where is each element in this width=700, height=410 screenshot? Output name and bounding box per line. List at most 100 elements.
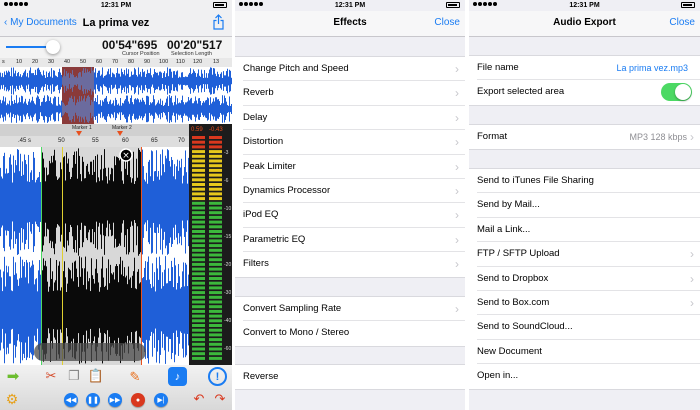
meter-segment bbox=[209, 159, 222, 163]
zoom-tick: 60 bbox=[122, 138, 129, 144]
effect-item[interactable]: iPod EQ › bbox=[235, 203, 465, 229]
effects-icon[interactable]: ♪ bbox=[168, 367, 187, 386]
effects-close-button[interactable]: Close bbox=[434, 17, 460, 28]
effect-item[interactable]: Distortion › bbox=[235, 130, 465, 155]
effect-label: Dynamics Processor bbox=[243, 184, 331, 196]
undo-icon[interactable]: ↶ bbox=[190, 391, 208, 407]
format-row[interactable]: Format MP3 128 kbps › bbox=[469, 125, 700, 149]
effect-item[interactable]: Peak Limiter › bbox=[235, 155, 465, 180]
effect-item[interactable]: Convert Sampling Rate › bbox=[235, 297, 465, 322]
effect-label: Delay bbox=[243, 111, 268, 123]
effect-label: Distortion bbox=[243, 136, 284, 148]
meter-segment bbox=[192, 267, 205, 271]
effects-screen: 12:31 PM Effects Close Change Pitch and … bbox=[235, 0, 465, 410]
chevron-right-icon: › bbox=[455, 62, 459, 76]
marker-pencil-icon[interactable]: ✎ bbox=[127, 368, 143, 385]
overview-time-ruler: s 10 20 30 40 50 60 70 80 90 100 110 120… bbox=[0, 58, 232, 67]
zoom-tick: 65 bbox=[151, 138, 158, 144]
chevron-right-icon: › bbox=[690, 295, 694, 310]
record-button[interactable]: ● bbox=[131, 393, 145, 407]
destination-item[interactable]: Send to iTunes File Sharing bbox=[469, 169, 700, 194]
file-name-label: File name bbox=[477, 62, 519, 73]
meter-segment bbox=[192, 300, 205, 304]
share-icon[interactable] bbox=[213, 14, 224, 30]
pause-button[interactable]: ❚❚ bbox=[86, 393, 100, 407]
cut-icon[interactable]: ✂ bbox=[43, 368, 59, 384]
effect-item[interactable]: Convert to Mono / Stereo bbox=[235, 321, 465, 345]
info-icon[interactable]: ! bbox=[208, 367, 227, 386]
effect-item[interactable]: Delay › bbox=[235, 106, 465, 131]
ruler-tick: 90 bbox=[144, 59, 151, 65]
destination-item[interactable]: FTP / SFTP Upload › bbox=[469, 242, 700, 267]
overview-waveform bbox=[0, 67, 232, 124]
meter-segment bbox=[192, 154, 205, 158]
destinations-group: Send to iTunes File Sharing Send by Mail… bbox=[469, 168, 700, 390]
destination-item[interactable]: Send to Dropbox › bbox=[469, 267, 700, 292]
meter-segment bbox=[209, 150, 222, 154]
waveform-editor[interactable]: × bbox=[0, 147, 189, 365]
export-selected-toggle[interactable] bbox=[661, 83, 692, 102]
chevron-right-icon: › bbox=[455, 86, 459, 101]
effect-item[interactable]: Change Pitch and Speed › bbox=[235, 57, 465, 82]
copy-icon[interactable]: ❐ bbox=[66, 368, 82, 384]
destination-item[interactable]: Send by Mail... bbox=[469, 193, 700, 219]
paste-icon[interactable]: 📋 bbox=[88, 368, 104, 384]
file-name-row[interactable]: File name La prima vez.mp3 bbox=[469, 56, 700, 81]
meter-segment bbox=[192, 319, 205, 323]
meter-segment bbox=[192, 244, 205, 248]
export-nav-bar: Audio Export Close bbox=[469, 11, 700, 37]
effect-item[interactable]: Dynamics Processor › bbox=[235, 179, 465, 204]
arrow-right-icon[interactable]: ➡ bbox=[4, 368, 22, 385]
destination-item[interactable]: Send to SoundCloud... bbox=[469, 315, 700, 341]
effect-label: Peak Limiter bbox=[243, 160, 296, 172]
audio-editor-screen: 12:31 PM ‹ My Documents La prima vez 00'… bbox=[0, 0, 232, 410]
effect-item[interactable]: Reverb › bbox=[235, 81, 465, 107]
effect-item[interactable]: Filters › bbox=[235, 252, 465, 276]
meter-tick-label: -6 bbox=[224, 178, 229, 184]
effect-label: Reverb bbox=[243, 87, 274, 99]
file-name-value[interactable]: La prima vez.mp3 bbox=[616, 56, 688, 80]
clear-selection-glyph: × bbox=[122, 151, 130, 161]
meter-segment bbox=[192, 234, 205, 238]
forward-button[interactable]: ▶▶ bbox=[108, 393, 122, 407]
meter-segment bbox=[209, 281, 222, 285]
meter-segment bbox=[192, 239, 205, 243]
selection-length-label: Selection Length bbox=[171, 51, 212, 57]
level-meter: 0.59 -0.43 -3 -6 -10 -15 -20 -30 -40 -60 bbox=[189, 124, 232, 365]
redo-icon[interactable]: ↷ bbox=[211, 391, 229, 407]
meter-segment bbox=[209, 319, 222, 323]
meter-segment bbox=[209, 140, 222, 144]
battery-icon bbox=[681, 2, 695, 8]
destination-label: Open in... bbox=[477, 370, 519, 382]
meter-segment bbox=[209, 192, 222, 196]
rewind-button[interactable]: ◀◀ bbox=[64, 393, 78, 407]
destination-item[interactable]: New Document bbox=[469, 340, 700, 365]
destination-label: New Document bbox=[477, 345, 542, 357]
format-value: MP3 128 kbps bbox=[629, 132, 687, 142]
effect-item[interactable]: Parametric EQ › bbox=[235, 228, 465, 253]
destination-item[interactable]: Open in... bbox=[469, 364, 700, 388]
meter-segment bbox=[209, 234, 222, 238]
chevron-right-icon: › bbox=[455, 110, 459, 125]
meter-segment bbox=[192, 178, 205, 182]
meter-segment bbox=[192, 164, 205, 168]
meter-segment bbox=[209, 197, 222, 201]
meter-segment bbox=[209, 220, 222, 224]
play-to-end-button[interactable]: ▶| bbox=[154, 393, 168, 407]
ruler-tick: 13 bbox=[213, 59, 220, 65]
playhead-line bbox=[62, 147, 63, 365]
zoom-slider-knob[interactable] bbox=[46, 40, 60, 54]
selection-start-line bbox=[41, 147, 42, 365]
chevron-right-icon: › bbox=[455, 135, 459, 150]
destination-item[interactable]: Send to Box.com › bbox=[469, 291, 700, 316]
meter-left-peak: 0.59 bbox=[191, 127, 203, 133]
export-close-button[interactable]: Close bbox=[669, 17, 695, 28]
settings-icon[interactable]: ⚙ bbox=[3, 391, 21, 407]
effect-item[interactable]: Reverse bbox=[235, 365, 465, 389]
editor-nav-bar: ‹ My Documents La prima vez bbox=[0, 11, 232, 37]
destination-item[interactable]: Mail a Link... bbox=[469, 218, 700, 243]
waveform-overview[interactable] bbox=[0, 67, 232, 124]
ruler-tick: 40 bbox=[64, 59, 71, 65]
ruler-tick: 110 bbox=[176, 59, 185, 65]
destination-label: Send to iTunes File Sharing bbox=[477, 175, 594, 186]
